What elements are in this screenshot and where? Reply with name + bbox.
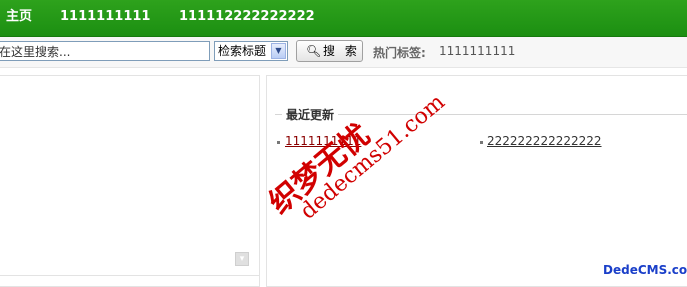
search-button-label: 搜 索 (323, 44, 360, 58)
hot-tag-link[interactable]: 1111111111 (439, 44, 515, 58)
bullet-icon (277, 141, 280, 144)
search-icon: 🔍︎ (306, 44, 322, 58)
search-button[interactable]: 🔍︎ 搜 索 (296, 40, 363, 62)
recent-item-1[interactable]: 1111111111 (285, 134, 361, 148)
recent-updates-title: 最近更新 (282, 106, 339, 123)
nav-link-home[interactable]: 主页 (6, 9, 32, 25)
nav-link-2[interactable]: 111112222222222 (179, 9, 315, 25)
top-nav: 主页 1111111111 111112222222222 (0, 0, 687, 37)
scroll-arrow-icon[interactable]: ▾ (235, 252, 249, 266)
search-input[interactable] (0, 41, 210, 61)
left-panel: ▾ (0, 75, 260, 287)
bullet-icon (480, 141, 483, 144)
search-bar: 检索标题 ▼ 🔍︎ 搜 索 热门标签: 1111111111 (0, 37, 687, 68)
nav-link-1[interactable]: 1111111111 (60, 9, 150, 25)
hot-tags-label: 热门标签: (373, 46, 426, 60)
chevron-down-icon[interactable]: ▼ (271, 43, 286, 59)
divider (0, 275, 259, 276)
brand-watermark: DedeCMS.com (603, 263, 687, 277)
recent-item-2[interactable]: 222222222222222 (487, 134, 602, 148)
search-type-value: 检索标题 (218, 44, 267, 58)
search-type-select[interactable]: 检索标题 ▼ (214, 41, 288, 61)
